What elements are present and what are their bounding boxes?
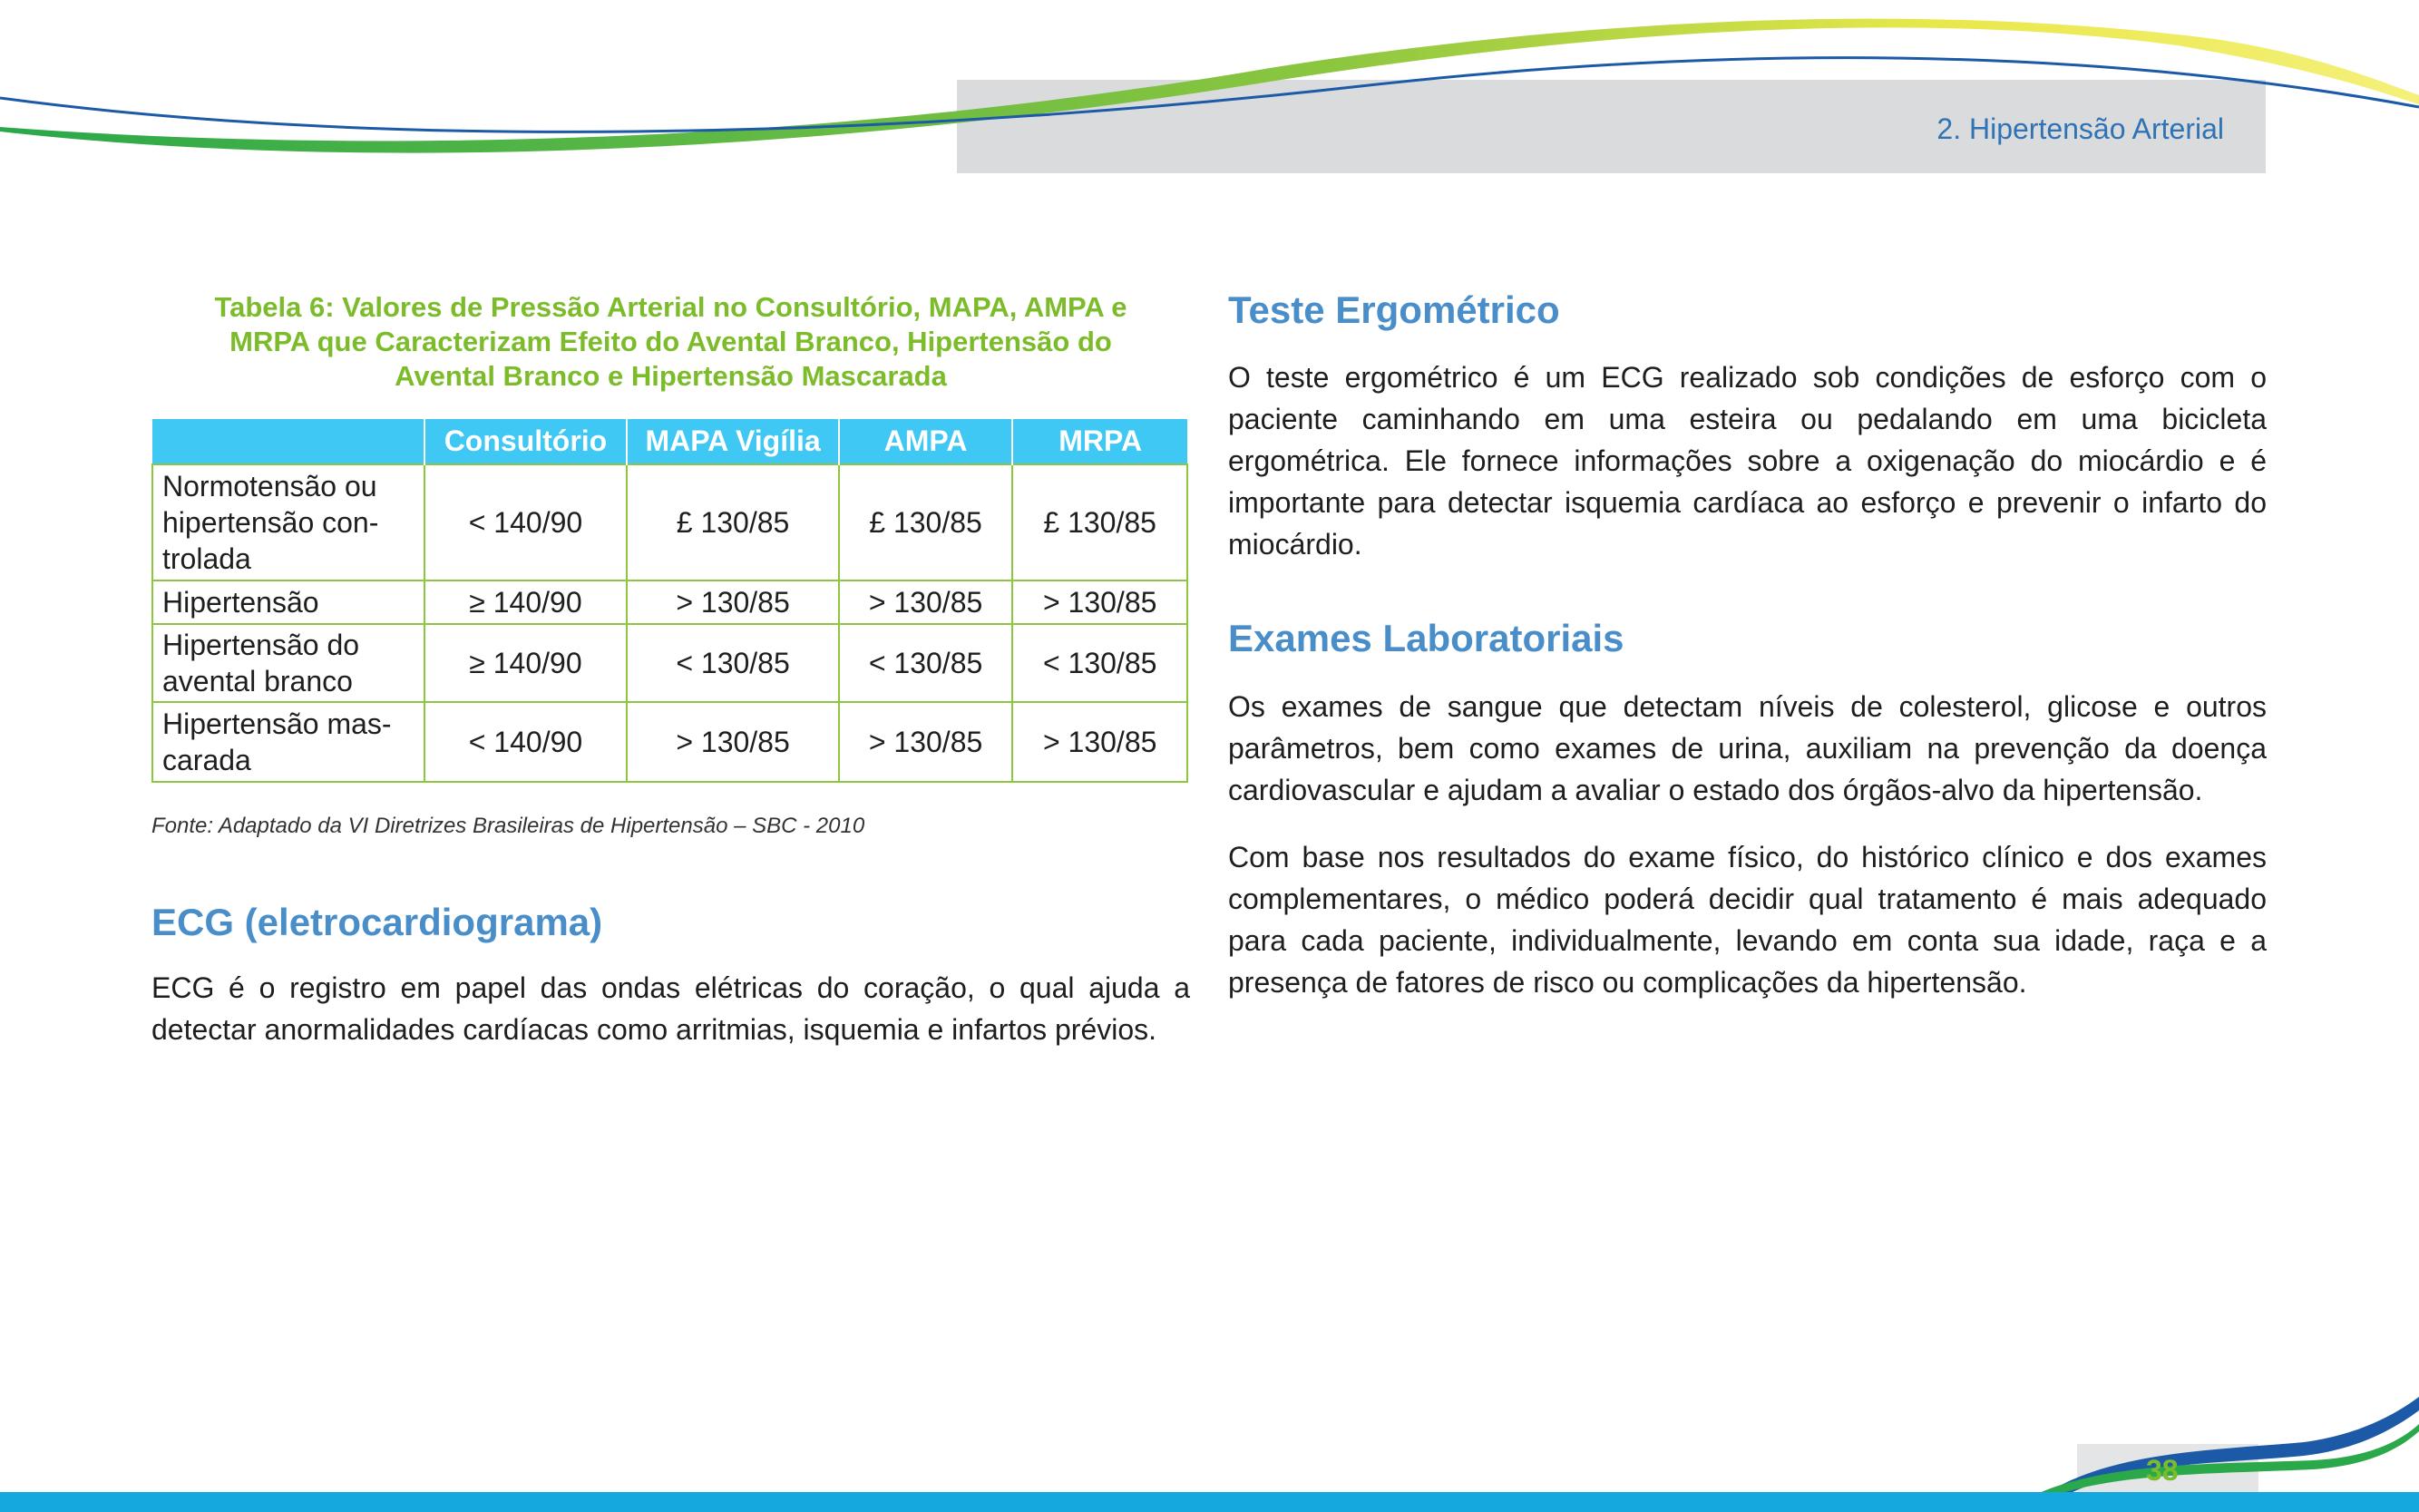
table-header-row: Consultório MAPA Vigília AMPA MRPA xyxy=(152,419,1187,464)
row-label: Hipertensão mas-carada xyxy=(151,701,425,783)
row-label: Hipertensão xyxy=(151,580,425,625)
table-header-cell: Consultório xyxy=(424,419,629,464)
table-source-note: Fonte: Adaptado da VI Diretrizes Brasile… xyxy=(151,814,865,838)
table-row: Hipertensão mas-carada < 140/90 > 130/85… xyxy=(151,701,1188,783)
row-label: Normotensão ou hipertensão con-trolada xyxy=(151,463,425,581)
exames-heading: Exames Laboratoriais xyxy=(1228,617,1624,659)
footer-bar xyxy=(0,1492,2419,1512)
table-row: Hipertensão ≥ 140/90 > 130/85 > 130/85 >… xyxy=(151,580,1188,625)
table-cell: < 140/90 xyxy=(423,463,629,581)
table-cell: £ 130/85 xyxy=(626,463,840,581)
table-cell: ≥ 140/90 xyxy=(423,580,629,625)
table-cell: > 130/85 xyxy=(837,580,1014,625)
table-cell: £ 130/85 xyxy=(1011,463,1188,581)
table-caption: Tabela 6: Valores de Pressão Arterial no… xyxy=(214,291,1127,392)
teste-ergometrico-paragraph: O teste ergométrico é um ECG realizado s… xyxy=(1228,361,2267,561)
section-label: 2. Hipertensão Arterial xyxy=(1936,112,2224,145)
table-header-cell: MRPA xyxy=(1012,419,1187,464)
table-cell: > 130/85 xyxy=(1011,701,1188,783)
table-header-cell: AMPA xyxy=(838,419,1014,464)
table-cell: > 130/85 xyxy=(626,701,840,783)
table-cell: < 130/85 xyxy=(626,623,840,703)
table-cell: < 140/90 xyxy=(423,701,629,783)
teste-ergometrico-heading: Teste Ergométrico xyxy=(1228,288,1560,331)
table-cell: £ 130/85 xyxy=(837,463,1014,581)
table-cell: > 130/85 xyxy=(1011,580,1188,625)
ecg-heading: ECG (eletrocardiograma) xyxy=(151,901,603,943)
exames-paragraph-2: Com base nos resultados do exame físico,… xyxy=(1228,841,2267,999)
table-cell: < 130/85 xyxy=(837,623,1014,703)
ecg-paragraph: ECG é o registro em papel das ondas elét… xyxy=(151,971,1190,1046)
table-row: Hipertensão do avental branco ≥ 140/90 <… xyxy=(151,623,1188,703)
blood-pressure-table: Consultório MAPA Vigília AMPA MRPA Normo… xyxy=(151,419,1188,783)
table-cell: < 130/85 xyxy=(1011,623,1188,703)
exames-paragraph-1: Os exames de sangue que detectam níveis … xyxy=(1228,690,2267,806)
table-header-cell xyxy=(152,419,425,464)
table-header-cell: MAPA Vigília xyxy=(627,419,840,464)
table-row: Normotensão ou hipertensão con-trolada <… xyxy=(151,463,1188,581)
row-label: Hipertensão do avental branco xyxy=(151,623,425,703)
table-cell: > 130/85 xyxy=(837,701,1014,783)
page-number: 38 xyxy=(2146,1454,2179,1487)
table-cell: ≥ 140/90 xyxy=(423,623,629,703)
header-wave-decoration xyxy=(0,18,2419,173)
table-cell: > 130/85 xyxy=(626,580,840,625)
